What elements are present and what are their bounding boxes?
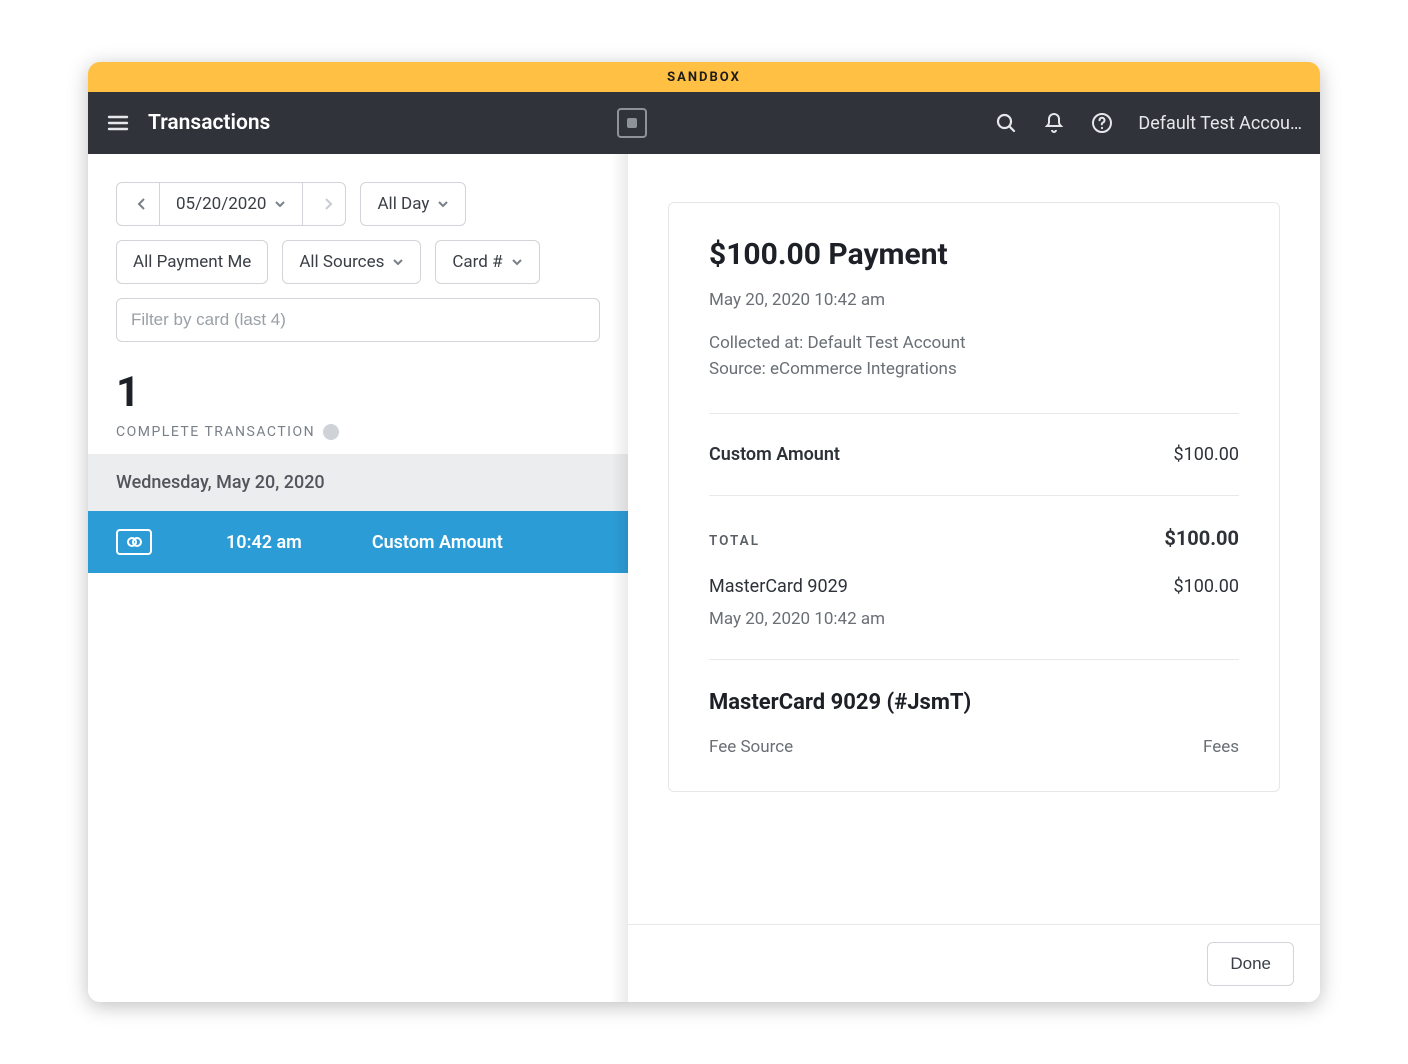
filter-bar: 05/20/2020 All Day All Payment Me All So… [88, 182, 628, 342]
detail-title: $100.00 Payment [709, 237, 1239, 272]
done-button[interactable]: Done [1207, 942, 1294, 986]
detail-footer: Done [628, 924, 1320, 1002]
transaction-time: 10:42 am [226, 532, 302, 553]
detail-card: $100.00 Payment May 20, 2020 10:42 am Co… [668, 202, 1280, 792]
left-pane: 05/20/2020 All Day All Payment Me All So… [88, 154, 628, 1002]
payment-method-amount: $100.00 [1174, 576, 1239, 597]
chevron-down-icon [274, 199, 286, 209]
line-item-label: Custom Amount [709, 444, 840, 465]
mastercard-icon [116, 529, 152, 555]
menu-icon[interactable] [106, 111, 130, 135]
time-filter-button[interactable]: All Day [360, 182, 466, 226]
chevron-down-icon [437, 199, 449, 209]
sources-filter-button[interactable]: All Sources [282, 240, 421, 284]
sources-filter-label: All Sources [299, 252, 384, 272]
date-prev-button[interactable] [116, 182, 160, 226]
time-filter-label: All Day [377, 194, 429, 214]
card-last4-input[interactable] [116, 298, 600, 342]
date-picker-label: 05/20/2020 [176, 194, 266, 214]
app-window: SANDBOX Transactions Default Test Accou… [88, 62, 1320, 1002]
total-amount: $100.00 [1164, 526, 1239, 550]
fee-amount-label: Fees [1203, 737, 1239, 757]
date-next-button[interactable] [302, 182, 346, 226]
payment-timestamp: May 20, 2020 10:42 am [709, 609, 1239, 629]
date-group-header: Wednesday, May 20, 2020 [88, 454, 628, 511]
square-logo-icon[interactable] [617, 108, 647, 138]
detail-source: Source: eCommerce Integrations [709, 356, 1239, 382]
detail-section-title: MasterCard 9029 (#JsmT) [709, 690, 1239, 715]
chevron-down-icon [392, 257, 404, 267]
detail-pane: $100.00 Payment May 20, 2020 10:42 am Co… [628, 154, 1320, 1002]
chevron-down-icon [511, 257, 523, 267]
total-label: TOTAL [709, 533, 760, 549]
payment-method-filter-button[interactable]: All Payment Me [116, 240, 268, 284]
date-picker-button[interactable]: 05/20/2020 [159, 182, 303, 226]
payment-method-filter-label: All Payment Me [133, 252, 251, 272]
card-filter-label: Card # [452, 252, 502, 272]
detail-collected-at: Collected at: Default Test Account [709, 330, 1239, 356]
detail-timestamp: May 20, 2020 10:42 am [709, 290, 1239, 310]
card-filter-button[interactable]: Card # [435, 240, 539, 284]
page-title: Transactions [148, 111, 270, 135]
main-body: 05/20/2020 All Day All Payment Me All So… [88, 154, 1320, 1002]
info-icon[interactable] [323, 424, 339, 440]
top-bar: Transactions Default Test Accou… [88, 92, 1320, 154]
transaction-count: 1 [116, 372, 600, 414]
account-label[interactable]: Default Test Accou… [1138, 113, 1302, 134]
transaction-row[interactable]: 10:42 am Custom Amount [88, 511, 628, 573]
fee-source-label: Fee Source [709, 737, 793, 757]
help-icon[interactable] [1090, 111, 1114, 135]
payment-method-label: MasterCard 9029 [709, 576, 848, 597]
line-item-amount: $100.00 [1174, 444, 1239, 465]
date-nav-group: 05/20/2020 [116, 182, 346, 226]
summary-block: 1 COMPLETE TRANSACTION [88, 342, 628, 454]
sandbox-banner: SANDBOX [88, 62, 1320, 92]
bell-icon[interactable] [1042, 111, 1066, 135]
search-icon[interactable] [994, 111, 1018, 135]
sandbox-label: SANDBOX [667, 70, 741, 85]
transaction-desc: Custom Amount [372, 532, 503, 553]
transaction-count-label: COMPLETE TRANSACTION [116, 424, 600, 440]
